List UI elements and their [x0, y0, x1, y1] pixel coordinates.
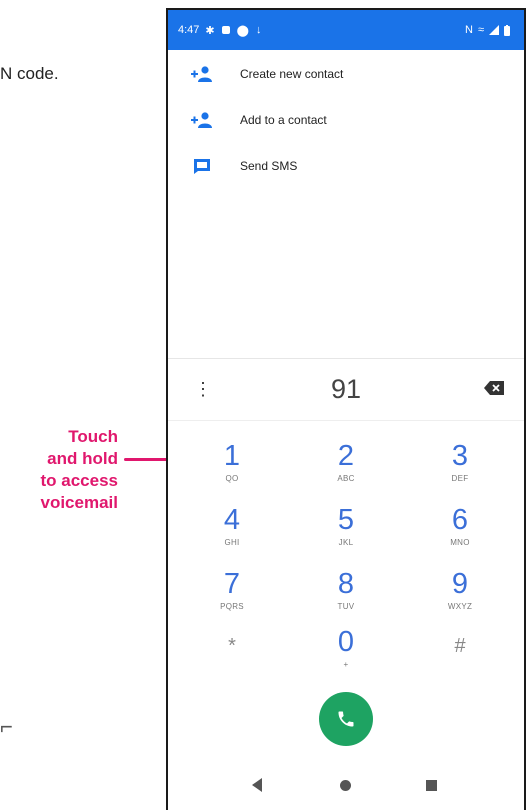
number-row: ⋮ 91 [168, 362, 524, 418]
key-letters: MNO [450, 538, 470, 547]
dialpad-divider [168, 358, 524, 359]
key-digit: 3 [451, 440, 469, 472]
key-8[interactable]: 8 TUV [316, 568, 376, 624]
key-1[interactable]: 1 QO [202, 440, 262, 496]
add-person-icon [190, 62, 214, 86]
key-6[interactable]: 6 MNO [430, 504, 490, 560]
call-button[interactable] [319, 692, 373, 746]
backspace-icon[interactable] [484, 381, 504, 395]
signal-icon [489, 25, 499, 35]
phone-screen: 4:47 ✱ ⬤ ↓ N ≈ Create new contact Add to… [166, 8, 526, 810]
navigation-bar [168, 758, 524, 808]
battery-icon [504, 24, 510, 36]
key-5[interactable]: 5 JKL [316, 504, 376, 560]
voicemail-callout: Touch and hold to access voicemail [8, 426, 119, 514]
key-7[interactable]: 7 PQRS [202, 568, 262, 624]
background-text-fragment: N code. [0, 64, 59, 83]
key-digit: * [228, 635, 236, 657]
key-digit: 7 [223, 568, 241, 600]
add-person-icon [190, 108, 214, 132]
number-divider [168, 420, 524, 421]
key-letters: JKL [338, 538, 354, 547]
status-bar: 4:47 ✱ ⬤ ↓ N ≈ [168, 10, 524, 50]
key-star[interactable]: * [202, 630, 262, 686]
key-digit: 0 [337, 626, 355, 658]
callout-line-3: to access [40, 471, 119, 490]
status-time: 4:47 [178, 24, 200, 36]
key-digit: 1 [223, 440, 241, 472]
key-letters: GHI [224, 538, 240, 547]
recents-icon[interactable] [426, 780, 437, 791]
callout-line-1: Touch [68, 427, 118, 446]
key-letters: TUV [337, 602, 355, 611]
create-new-contact-label: Create new contact [240, 67, 344, 81]
key-3[interactable]: 3 DEF [430, 440, 490, 496]
back-icon[interactable] [252, 778, 262, 792]
send-sms-item[interactable]: Send SMS [168, 146, 524, 186]
message-icon [190, 154, 214, 178]
key-letters: DEF [451, 474, 469, 483]
key-letters: PQRS [220, 602, 244, 611]
phone-icon [338, 711, 354, 727]
add-to-contact-label: Add to a contact [240, 113, 327, 127]
key-digit: 2 [337, 440, 355, 472]
settings-notification-icon: ✱ [205, 24, 215, 37]
key-hash[interactable]: # [430, 630, 490, 686]
key-digit: # [454, 635, 466, 657]
key-digit: 9 [451, 568, 469, 600]
create-new-contact-item[interactable]: Create new contact [168, 54, 524, 94]
key-digit: 5 [337, 504, 355, 536]
home-icon[interactable] [340, 780, 351, 791]
key-letters: WXYZ [447, 602, 473, 611]
key-9[interactable]: 9 WXYZ [430, 568, 490, 624]
callout-line-4: voicemail [40, 493, 119, 512]
callout-line-2: and hold [47, 449, 118, 468]
background-mark: ⌐ [0, 714, 13, 739]
send-sms-label: Send SMS [240, 159, 298, 173]
vibrate-icon: ≈ [477, 24, 484, 36]
key-digit: 4 [223, 504, 241, 536]
notification-icons: ✱ ⬤ ↓ [205, 24, 261, 37]
add-to-contact-item[interactable]: Add to a contact [168, 100, 524, 140]
app-notification-icon: ⬤ [236, 24, 249, 37]
key-letters: + [343, 660, 349, 669]
voicemail-icon: QO [225, 474, 239, 483]
key-digit: 6 [451, 504, 469, 536]
key-4[interactable]: 4 GHI [202, 504, 262, 560]
key-letters: ABC [337, 474, 355, 483]
dialed-number[interactable]: 91 [168, 374, 524, 405]
message-notification-icon [221, 26, 230, 34]
system-icons: N ≈ [465, 24, 510, 36]
download-notification-icon: ↓ [255, 24, 262, 36]
key-digit: 8 [337, 568, 355, 600]
nfc-icon: N [465, 24, 473, 36]
key-0[interactable]: 0 + [316, 626, 376, 682]
key-2[interactable]: 2 ABC [316, 440, 376, 496]
